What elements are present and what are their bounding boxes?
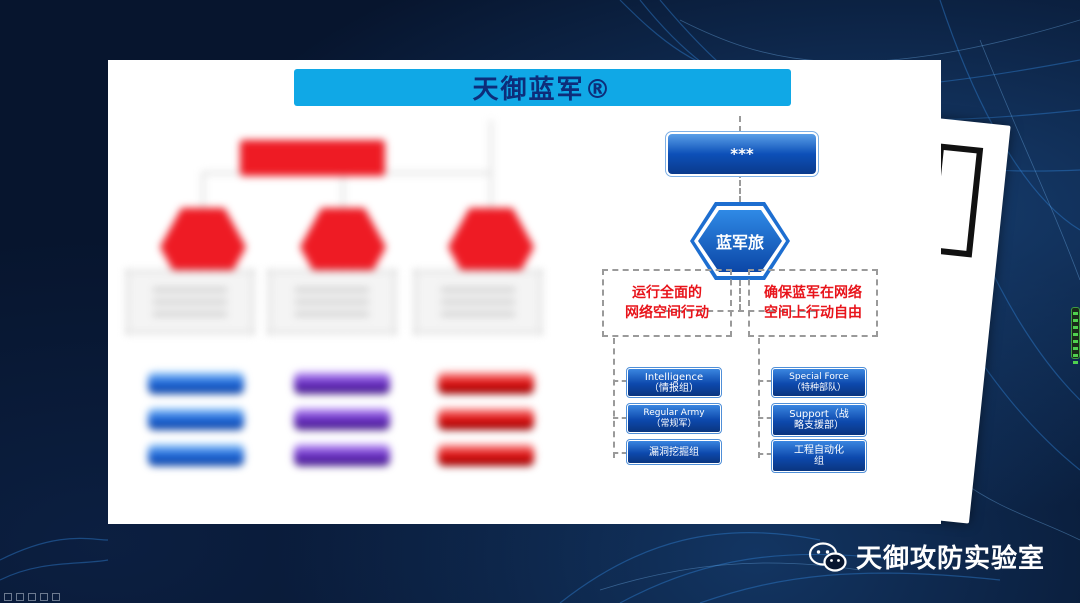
blur-desc-box: [126, 270, 254, 334]
goal-left-line2: 网络空间行动: [625, 305, 709, 321]
blur-desc-box: [268, 270, 396, 334]
blur-connector: [342, 172, 344, 212]
blur-unit-pill: [294, 408, 390, 430]
connector-line: [613, 417, 627, 419]
connector-line: [758, 380, 772, 382]
unit-label: Support（战: [789, 409, 849, 420]
unit-support: Support（战 略支援部）: [771, 403, 867, 437]
brand-name: 天御攻防实验室: [856, 544, 1046, 574]
goal-right-line1: 确保蓝军在网络: [764, 285, 862, 301]
goal-box-right: 确保蓝军在网络 空间上行动自由: [748, 269, 878, 337]
connector-line: [758, 417, 772, 419]
unit-sublabel: （常规军）: [651, 418, 697, 429]
blur-unit-pill: [148, 444, 244, 466]
toolbar-zoom-icon[interactable]: [28, 593, 36, 601]
unit-engineering-automation: 工程自动化 组: [771, 439, 867, 473]
blur-unit-pill: [438, 372, 534, 394]
blur-desc-box: [414, 270, 542, 334]
org-top-node: ***: [665, 131, 819, 177]
toolbar-menu-icon[interactable]: [52, 593, 60, 601]
blur-unit-pill: [148, 372, 244, 394]
unit-regular-army: Regular Army （常规军）: [626, 403, 722, 434]
blur-top-node: [240, 140, 385, 176]
connector-line: [739, 116, 741, 132]
unit-sublabel: 略支援部）: [794, 420, 844, 431]
connector-line: [739, 172, 741, 202]
blur-unit-pill: [438, 444, 534, 466]
goal-right-line2: 空间上行动自由: [764, 305, 862, 321]
slide-canvas: 天御蓝军® *** 蓝军旅 运行全面的 网络空间行动 确保蓝军在网络 空间上行动…: [108, 60, 941, 524]
blur-unit-pill: [294, 372, 390, 394]
unit-sublabel: 组: [814, 456, 824, 467]
blur-connector: [202, 172, 204, 212]
connector-line: [758, 453, 772, 455]
toolbar-slides-icon[interactable]: [16, 593, 24, 601]
toolbar-pen-icon[interactable]: [4, 593, 12, 601]
connector-line: [613, 338, 615, 458]
connector-line: [739, 280, 741, 310]
unit-label: 漏洞挖掘组: [649, 446, 699, 458]
unit-label: Intelligence: [644, 371, 704, 383]
unit-vuln-mining: 漏洞挖掘组: [626, 439, 722, 465]
player-toolbar[interactable]: [4, 593, 60, 601]
blur-unit-pill: [148, 408, 244, 430]
connector-line: [613, 452, 627, 454]
blur-unit-pill: [294, 444, 390, 466]
toolbar-pointer-icon[interactable]: [40, 593, 48, 601]
side-scroll-handle[interactable]: [1071, 307, 1080, 364]
goal-box-left: 运行全面的 网络空间行动: [602, 269, 732, 337]
blur-connector: [490, 120, 492, 212]
wechat-icon: [808, 541, 848, 573]
slide-title: 天御蓝军®: [294, 69, 791, 106]
unit-sublabel: （特种部队）: [791, 382, 846, 393]
unit-intelligence: Intelligence （情报组）: [626, 367, 722, 398]
connector-line: [613, 380, 627, 382]
brand-watermark: 天御攻防实验室: [808, 538, 1045, 575]
connector-line: [758, 338, 760, 458]
unit-label: 工程自动化: [794, 445, 844, 456]
goal-left-line1: 运行全面的: [632, 285, 702, 301]
blur-unit-pill: [438, 408, 534, 430]
blurred-org-chart: [118, 120, 542, 530]
unit-label: Special Force: [789, 371, 849, 382]
unit-special-force: Special Force （特种部队）: [771, 367, 867, 398]
unit-sublabel: （情报组）: [649, 382, 699, 394]
unit-label: Regular Army: [643, 407, 705, 418]
